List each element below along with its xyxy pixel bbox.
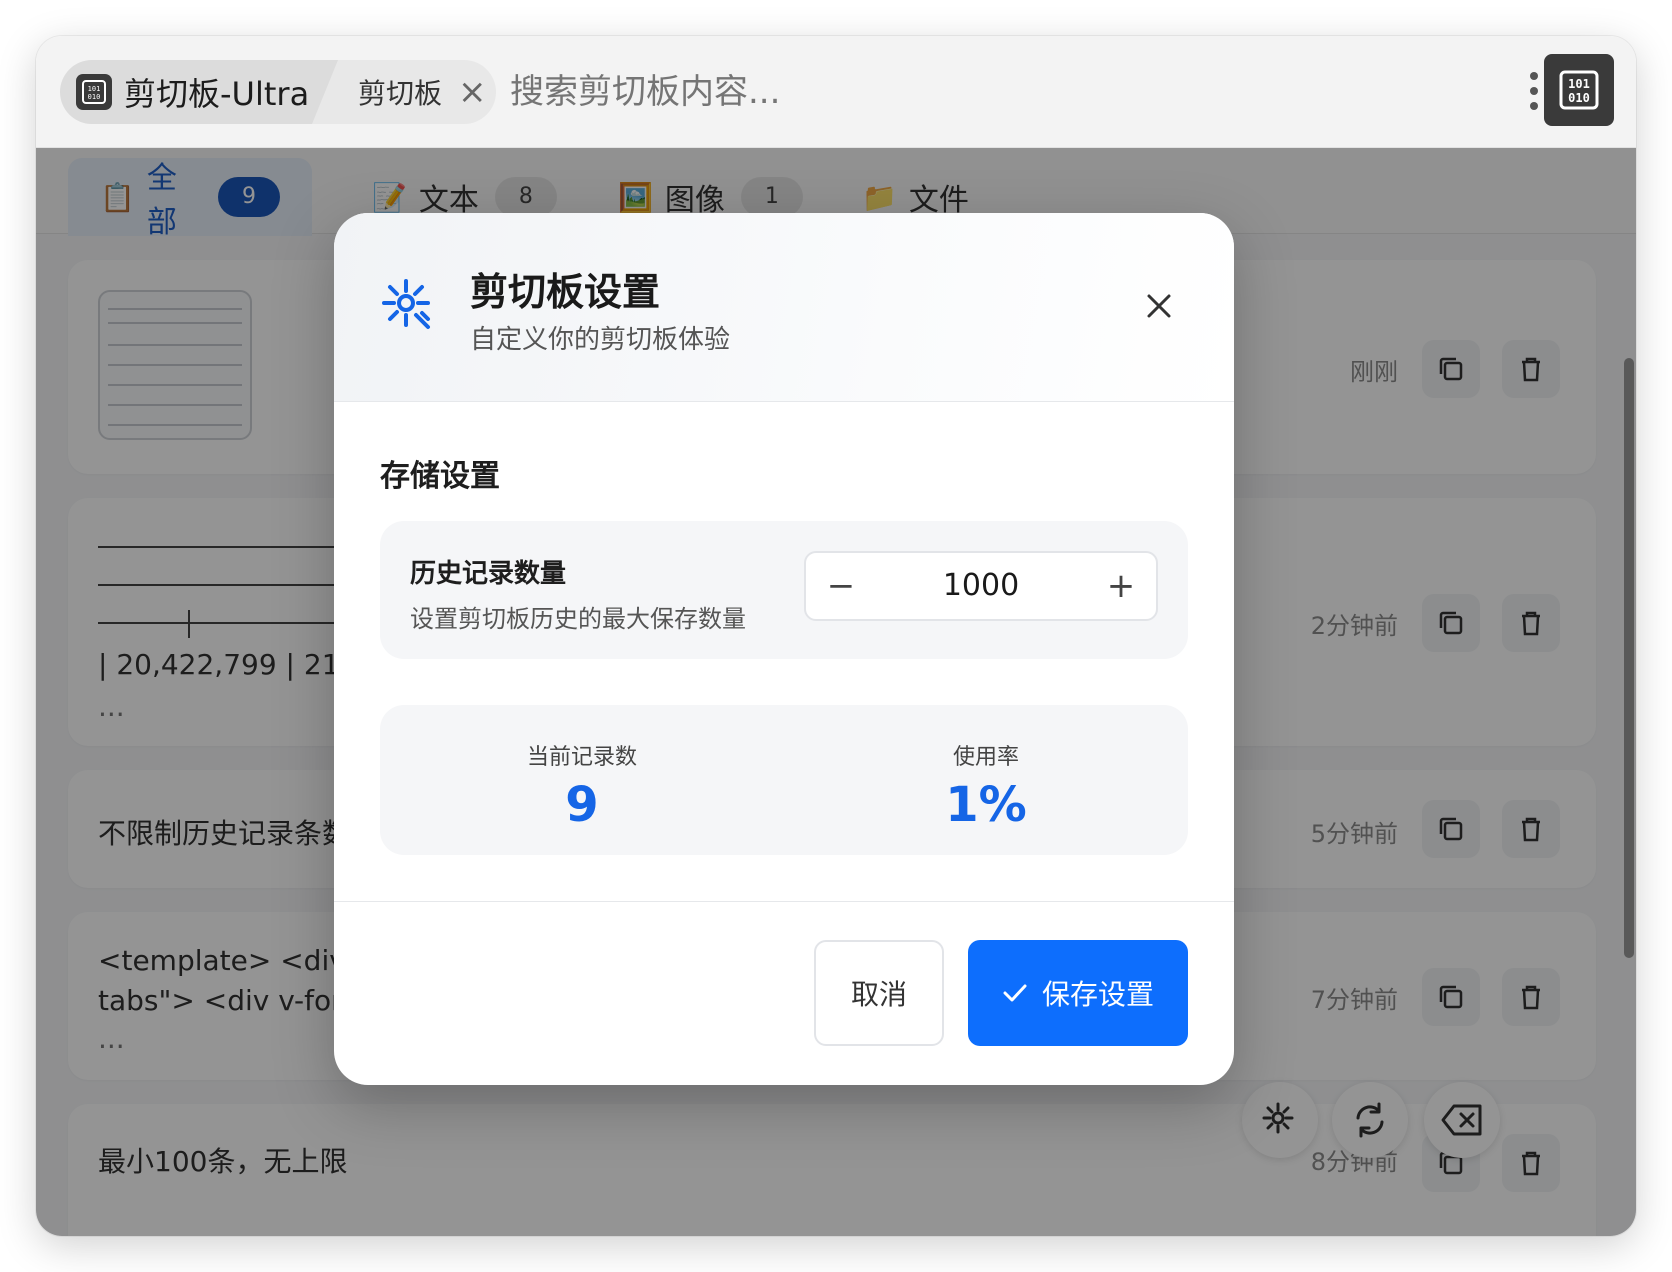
tab-app-title: 剪切板-Ultra bbox=[124, 75, 310, 113]
settings-dialog: 剪切板设置 自定义你的剪切板体验 存储设置 历史记录数量 设置剪切板历史的最大保… bbox=[334, 213, 1234, 1085]
history-label: 历史记录数量 bbox=[410, 559, 567, 589]
decrement-button[interactable]: − bbox=[806, 553, 876, 619]
stat-label: 使用率 bbox=[952, 745, 1019, 770]
binary-toggle-button[interactable]: 101 010 bbox=[1544, 54, 1614, 126]
stat-usage-rate: 使用率 1% bbox=[784, 705, 1188, 833]
tab-clipboard-label: 剪切板 bbox=[358, 77, 443, 110]
history-description: 设置剪切板历史的最大保存数量 bbox=[410, 605, 746, 633]
close-icon[interactable] bbox=[1140, 287, 1178, 325]
tab-clipboard[interactable]: 剪切板 × bbox=[312, 60, 496, 124]
title-bar: 101 010 剪切板-Ultra 剪切板 × 101 010 bbox=[36, 36, 1636, 148]
stat-value: 9 bbox=[565, 777, 599, 833]
binary-icon: 101 010 bbox=[1559, 70, 1599, 110]
section-title-storage: 存储设置 bbox=[380, 459, 500, 494]
svg-text:101: 101 bbox=[1568, 77, 1590, 91]
history-setting-row: 历史记录数量 设置剪切板历史的最大保存数量 − 1000 + bbox=[380, 521, 1188, 659]
svg-text:010: 010 bbox=[1568, 91, 1590, 105]
svg-text:010: 010 bbox=[88, 93, 101, 101]
dialog-header: 剪切板设置 自定义你的剪切板体验 bbox=[334, 213, 1234, 402]
save-settings-button[interactable]: 保存设置 bbox=[968, 940, 1188, 1046]
stat-value: 1% bbox=[945, 777, 1027, 833]
search-input[interactable] bbox=[510, 60, 1210, 124]
stat-current-records: 当前记录数 9 bbox=[380, 705, 784, 833]
history-count-stepper: − 1000 + bbox=[804, 551, 1158, 621]
stat-label: 当前记录数 bbox=[526, 745, 637, 770]
history-count-value[interactable]: 1000 bbox=[876, 553, 1086, 619]
binary-app-icon: 101 010 bbox=[76, 74, 112, 110]
dialog-subtitle: 自定义你的剪切板体验 bbox=[470, 325, 731, 355]
app-window: 101 010 剪切板-Ultra 剪切板 × 101 010 📋 全部 bbox=[36, 36, 1636, 1236]
dialog-footer: 取消 保存设置 bbox=[334, 901, 1234, 1085]
usage-stats: 当前记录数 9 使用率 1% bbox=[380, 705, 1188, 855]
increment-button[interactable]: + bbox=[1086, 553, 1156, 619]
tab-close-icon[interactable]: × bbox=[458, 75, 487, 109]
check-icon bbox=[1002, 982, 1028, 1004]
dialog-title: 剪切板设置 bbox=[470, 270, 661, 314]
sparkle-settings-icon bbox=[378, 275, 436, 341]
save-button-label: 保存设置 bbox=[1041, 978, 1154, 1011]
svg-text:101: 101 bbox=[88, 85, 101, 93]
tab-app[interactable]: 101 010 剪切板-Ultra bbox=[60, 60, 340, 124]
cancel-button[interactable]: 取消 bbox=[814, 940, 944, 1046]
